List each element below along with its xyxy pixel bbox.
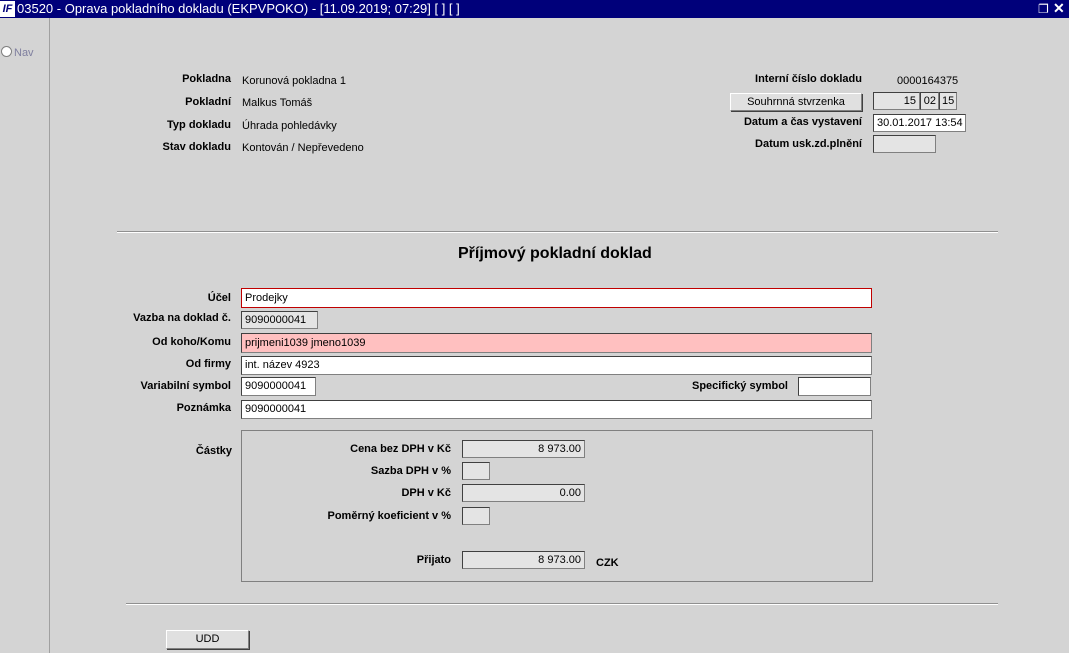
od-firmy-field[interactable]: int. název 4923 — [241, 356, 872, 375]
souhrnna-field-3: 15 — [939, 92, 957, 110]
vazba-field[interactable]: 9090000041 — [241, 311, 318, 329]
specificky-symbol-label: Specifický symbol — [692, 380, 788, 392]
nav-radio[interactable]: Nav — [1, 46, 34, 59]
souhrnna-field-2: 02 — [920, 92, 939, 110]
vazba-label: Vazba na doklad č. — [133, 312, 231, 324]
od-firmy-label: Od firmy — [185, 358, 231, 370]
datum-cas-label: Datum a čas vystavení — [743, 116, 862, 128]
datum-usk-label: Datum usk.zd.plnění — [755, 138, 862, 150]
restore-window-icon[interactable]: ❐ — [1038, 0, 1049, 18]
poznamka-label: Poznámka — [176, 402, 231, 414]
close-window-icon[interactable]: ✕ — [1053, 0, 1065, 17]
title-bar: IF 03520 - Oprava pokladního dokladu (EK… — [0, 0, 1069, 18]
prijato-label: Přijato — [416, 554, 451, 566]
divider-top — [117, 231, 998, 233]
variabilni-symbol-field[interactable]: 9090000041 — [241, 377, 316, 396]
interni-cislo-value: 0000164375 — [897, 75, 959, 87]
pokladni-value: Malkus Tomáš — [242, 97, 313, 109]
window-title: 03520 - Oprava pokladního dokladu (EKPVP… — [17, 1, 460, 16]
cena-bez-dph-label: Cena bez DPH v Kč — [350, 443, 451, 455]
dph-field[interactable]: 0.00 — [462, 484, 585, 502]
ucel-field[interactable]: Prodejky — [241, 288, 872, 308]
datum-usk-field[interactable] — [873, 135, 936, 153]
radio-icon — [1, 46, 12, 57]
pomerny-koeficient-label: Poměrný koeficient v % — [327, 510, 452, 522]
currency-label: CZK — [596, 557, 619, 569]
specificky-symbol-field[interactable] — [798, 377, 871, 396]
pomerny-koeficient-field[interactable] — [462, 507, 490, 525]
pokladna-label: Pokladna — [182, 73, 231, 85]
poznamka-field[interactable]: 9090000041 — [241, 400, 872, 419]
udd-button[interactable]: UDD — [166, 630, 249, 649]
nav-label: Nav — [14, 47, 34, 59]
dph-label: DPH v Kč — [401, 487, 451, 499]
stav-dokladu-label: Stav dokladu — [162, 141, 231, 153]
od-koho-field[interactable]: prijmeni1039 jmeno1039 — [241, 333, 872, 353]
cena-bez-dph-field[interactable]: 8 973.00 — [462, 440, 585, 458]
souhrnna-field-1: 15 — [873, 92, 920, 110]
typ-dokladu-value: Úhrada pohledávky — [242, 120, 337, 132]
datum-cas-field[interactable]: 30.01.2017 13:54 — [873, 114, 966, 132]
sazba-dph-field[interactable] — [462, 462, 490, 480]
interni-cislo-label: Interní číslo dokladu — [755, 73, 862, 85]
pokladni-label: Pokladní — [185, 96, 231, 108]
divider-bottom — [126, 603, 998, 605]
stav-dokladu-value: Kontován / Nepřevedeno — [242, 142, 364, 154]
od-koho-label: Od koho/Komu — [152, 336, 231, 348]
variabilni-symbol-label: Variabilní symbol — [140, 380, 231, 392]
sidebar: Nav — [0, 18, 50, 653]
prijato-field[interactable]: 8 973.00 — [462, 551, 585, 569]
castky-label: Částky — [195, 445, 232, 457]
app-logo-icon: IF — [0, 1, 15, 17]
pokladna-value: Korunová pokladna 1 — [242, 75, 346, 87]
form-heading: Příjmový pokladní doklad — [458, 245, 652, 262]
typ-dokladu-label: Typ dokladu — [167, 119, 231, 131]
ucel-label: Účel — [207, 292, 231, 304]
sazba-dph-label: Sazba DPH v % — [370, 465, 451, 477]
souhrnna-stvrzenka-button[interactable]: Souhrnná stvrzenka — [730, 93, 862, 111]
